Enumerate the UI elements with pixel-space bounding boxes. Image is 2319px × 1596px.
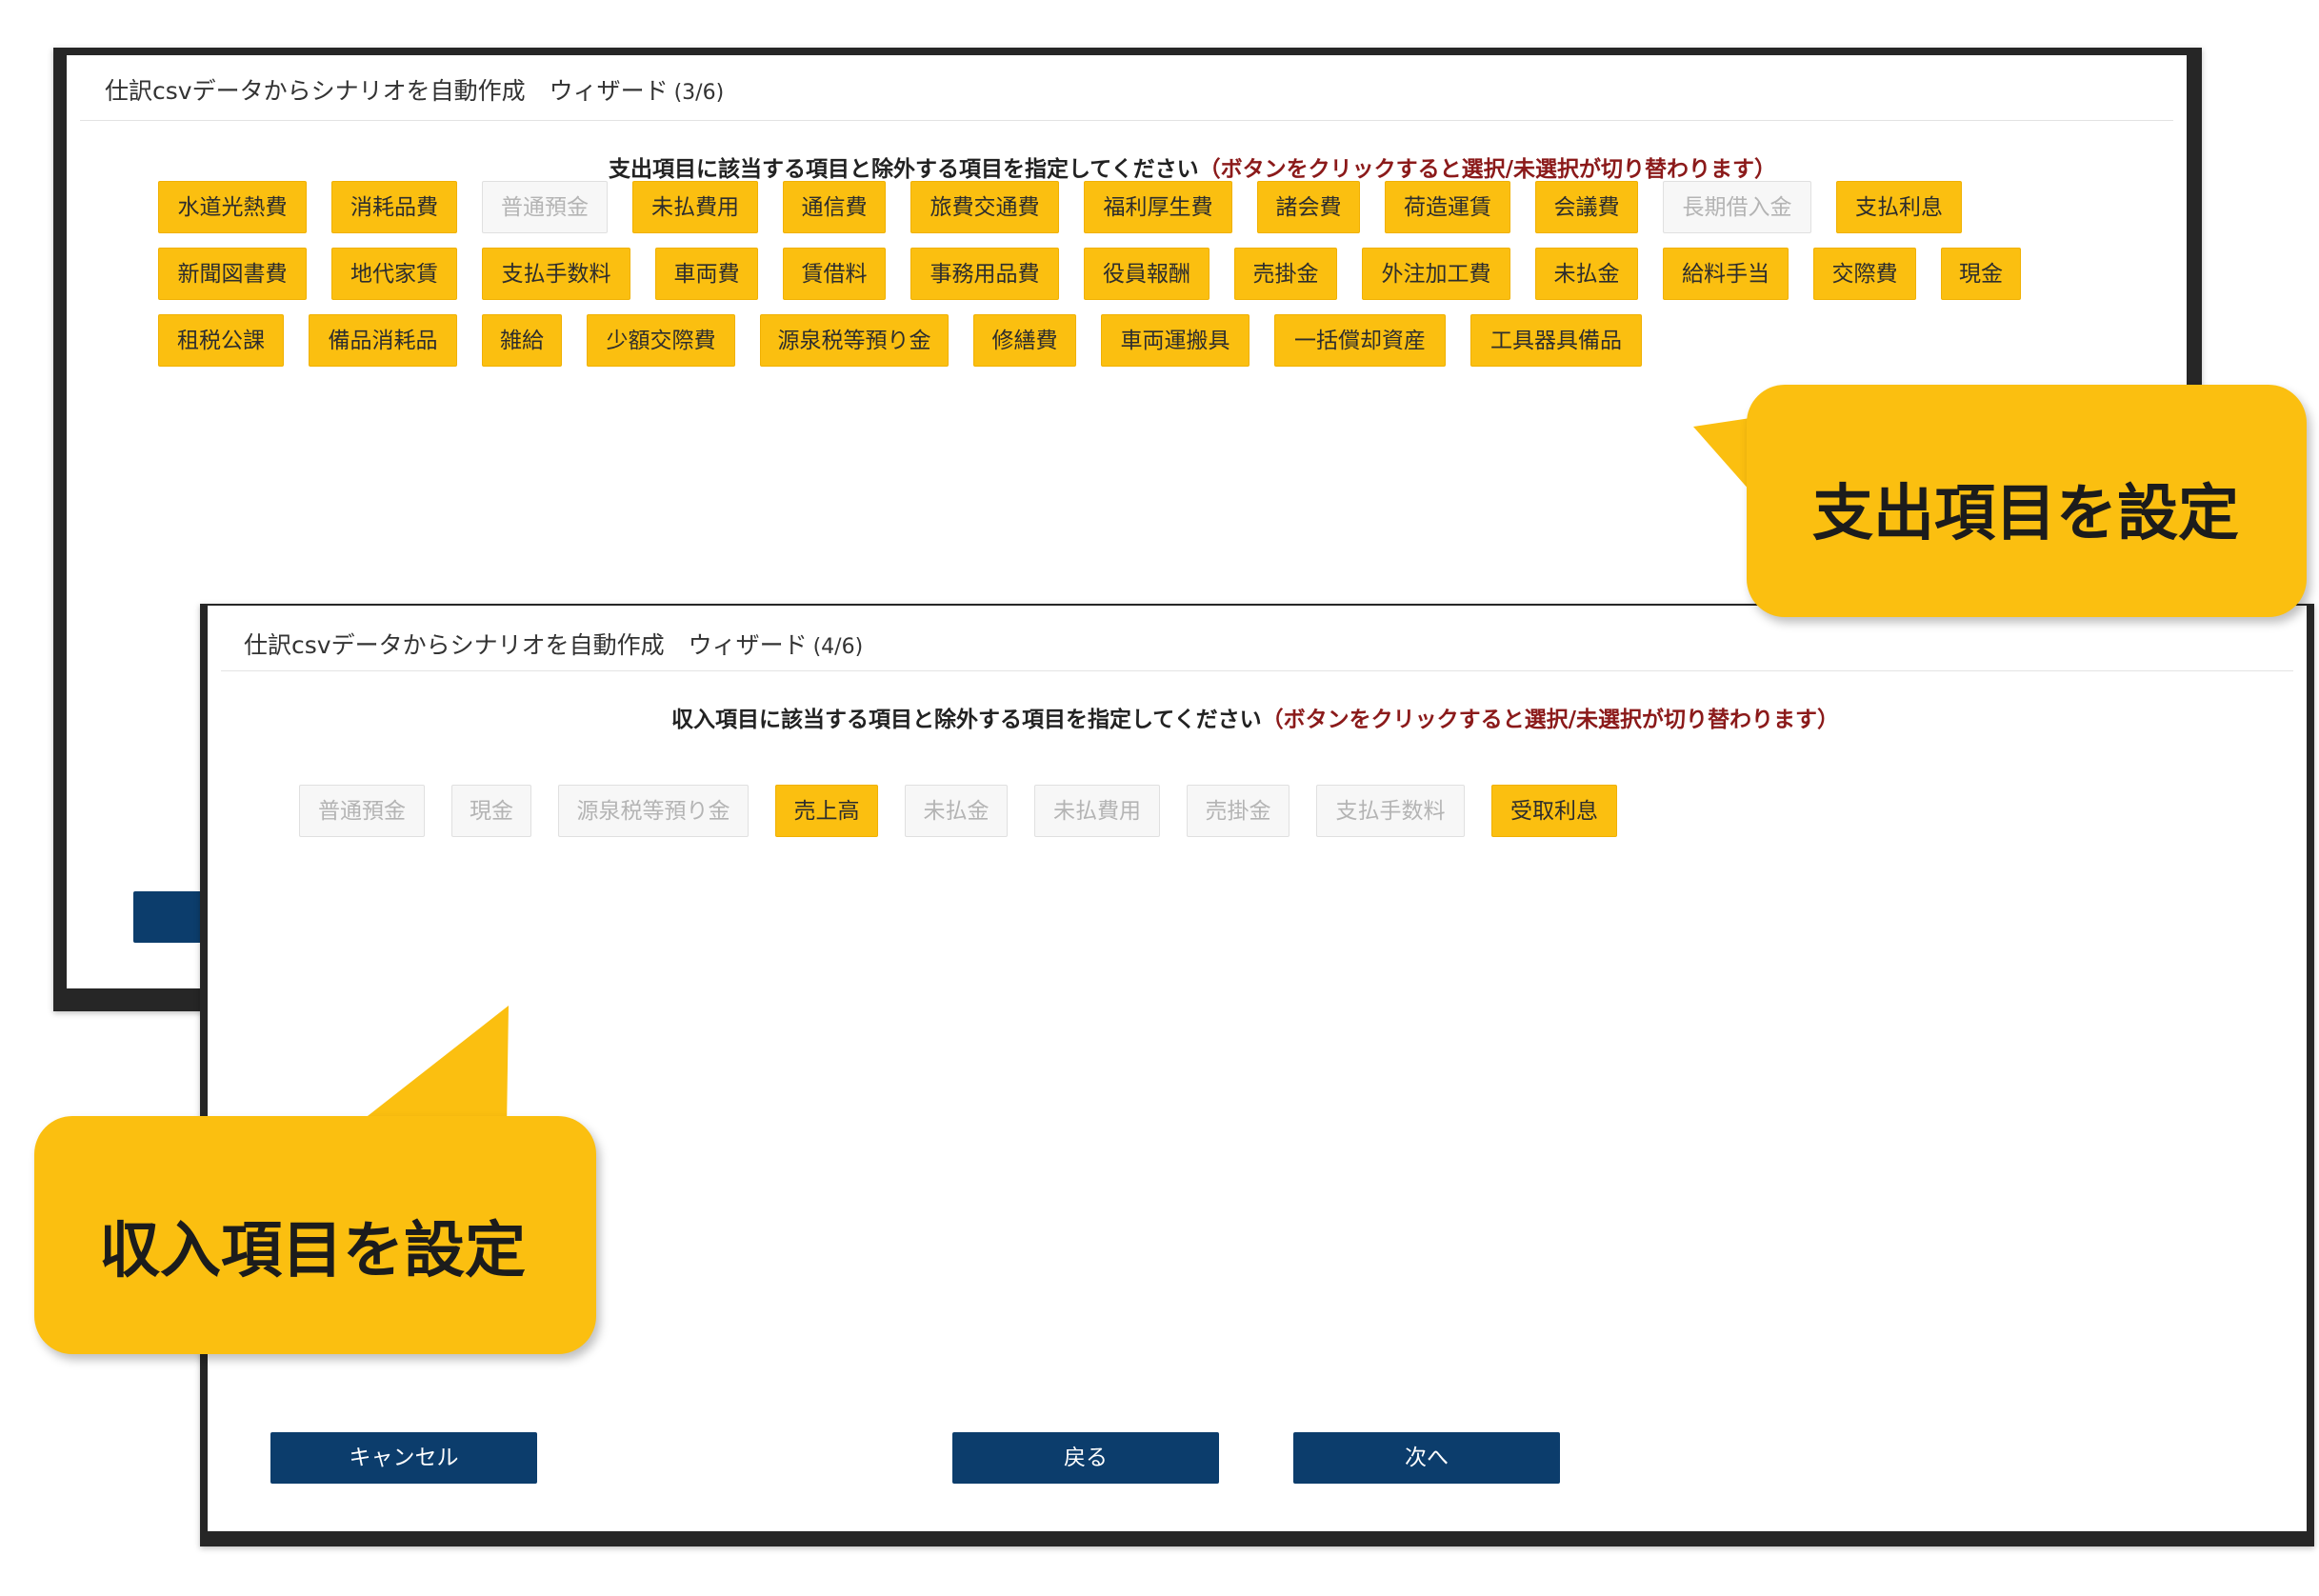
expense-callout-text: 支出項目を設定	[1812, 479, 2239, 549]
tag-button[interactable]: 通信費	[783, 181, 886, 233]
tag-button[interactable]: 外注加工費	[1362, 248, 1510, 300]
tag-button[interactable]: 少額交際費	[587, 314, 735, 367]
title-divider	[80, 120, 2173, 121]
tag-button[interactable]: 会議費	[1535, 181, 1638, 233]
tag-button[interactable]: 備品消耗品	[309, 314, 457, 367]
wizard-step4-title: 仕訳csvデータからシナリオを自動作成 ウィザード (4/6)	[244, 627, 863, 661]
tag-button[interactable]: 旅費交通費	[910, 181, 1059, 233]
tag-button[interactable]: 消耗品費	[331, 181, 457, 233]
tag-button[interactable]: 未払費用	[1034, 785, 1160, 837]
tag-button[interactable]: 福利厚生費	[1084, 181, 1232, 233]
wizard-step3-instruction: 支出項目に該当する項目と除外する項目を指定してください（ボタンをクリックすると選…	[609, 150, 1776, 183]
tag-button[interactable]: 源泉税等預り金	[558, 785, 749, 837]
tag-button[interactable]: 車両費	[655, 248, 758, 300]
dialog-title-text: 仕訳csvデータからシナリオを自動作成 ウィザード	[244, 631, 808, 659]
tag-button[interactable]: 賃借料	[783, 248, 886, 300]
dialog-step-counter: (3/6)	[673, 81, 725, 105]
tag-button[interactable]: 支払手数料	[482, 248, 630, 300]
tag-button[interactable]: 役員報酬	[1084, 248, 1209, 300]
wizard-step4-instruction: 収入項目に該当する項目と除外する項目を指定してください（ボタンをクリックすると選…	[671, 701, 1839, 733]
tag-button[interactable]: 普通預金	[299, 785, 425, 837]
instruction-text: 収入項目に該当する項目と除外する項目を指定してください	[670, 708, 1262, 732]
tag-button[interactable]: 長期借入金	[1663, 181, 1811, 233]
tag-button[interactable]: 修繕費	[973, 314, 1076, 367]
tag-button[interactable]: 雑給	[482, 314, 562, 367]
title-divider	[221, 670, 2293, 671]
cancel-button[interactable]: キャンセル	[270, 1432, 537, 1484]
tag-button[interactable]: 工具器具備品	[1470, 314, 1642, 367]
tag-button[interactable]: 未払金	[1535, 248, 1638, 300]
tag-button[interactable]: 事務用品費	[910, 248, 1059, 300]
tag-button[interactable]: 普通預金	[482, 181, 608, 233]
instruction-note: （ボタンをクリックすると選択/未選択が切り替わります）	[1198, 157, 1777, 182]
tag-button[interactable]: 売掛金	[1234, 248, 1337, 300]
tag-button[interactable]: 現金	[1941, 248, 2021, 300]
tag-button[interactable]: 売掛金	[1187, 785, 1289, 837]
income-callout-tail	[350, 1006, 509, 1129]
tag-button[interactable]: 支払利息	[1836, 181, 1962, 233]
wizard-step3-title: 仕訳csvデータからシナリオを自動作成 ウィザード (3/6)	[105, 72, 724, 107]
next-button[interactable]: 次へ	[1293, 1432, 1560, 1484]
tag-button[interactable]: 水道光熱費	[158, 181, 307, 233]
tag-button[interactable]: 受取利息	[1491, 785, 1617, 837]
tag-button[interactable]: 交際費	[1813, 248, 1916, 300]
tag-button[interactable]: 新聞図書費	[158, 248, 307, 300]
tag-button[interactable]: 荷造運賃	[1385, 181, 1510, 233]
instruction-text: 支出項目に該当する項目と除外する項目を指定してください	[608, 157, 1199, 182]
tag-button[interactable]: 売上高	[775, 785, 878, 837]
tag-button[interactable]: 一括償却資産	[1274, 314, 1446, 367]
tag-button[interactable]: 諸会費	[1257, 181, 1360, 233]
tag-button[interactable]: 未払金	[905, 785, 1008, 837]
tag-button[interactable]: 給料手当	[1663, 248, 1789, 300]
tag-button[interactable]: 車両運搬具	[1101, 314, 1249, 367]
back-button[interactable]: 戻る	[952, 1432, 1219, 1484]
tag-button[interactable]: 租税公課	[158, 314, 284, 367]
tag-button[interactable]: 地代家賃	[331, 248, 457, 300]
wizard-step4-dialog: 仕訳csvデータからシナリオを自動作成 ウィザード (4/6) 収入項目に該当する…	[208, 606, 2307, 1531]
dialog-step-counter: (4/6)	[812, 635, 864, 659]
instruction-note: （ボタンをクリックすると選択/未選択が切り替わります）	[1261, 708, 1840, 732]
dialog-title-text: 仕訳csvデータからシナリオを自動作成 ウィザード	[105, 77, 669, 105]
tag-button[interactable]: 現金	[451, 785, 531, 837]
income-callout-text: 収入項目を設定	[99, 1216, 526, 1287]
tag-button[interactable]: 支払手数料	[1316, 785, 1465, 837]
tag-button[interactable]: 源泉税等預り金	[760, 314, 949, 367]
composite-canvas: 仕訳csvデータからシナリオを自動作成 ウィザード (3/6) 支出項目に該当する…	[0, 0, 2319, 1596]
tag-button[interactable]: 未払費用	[632, 181, 758, 233]
